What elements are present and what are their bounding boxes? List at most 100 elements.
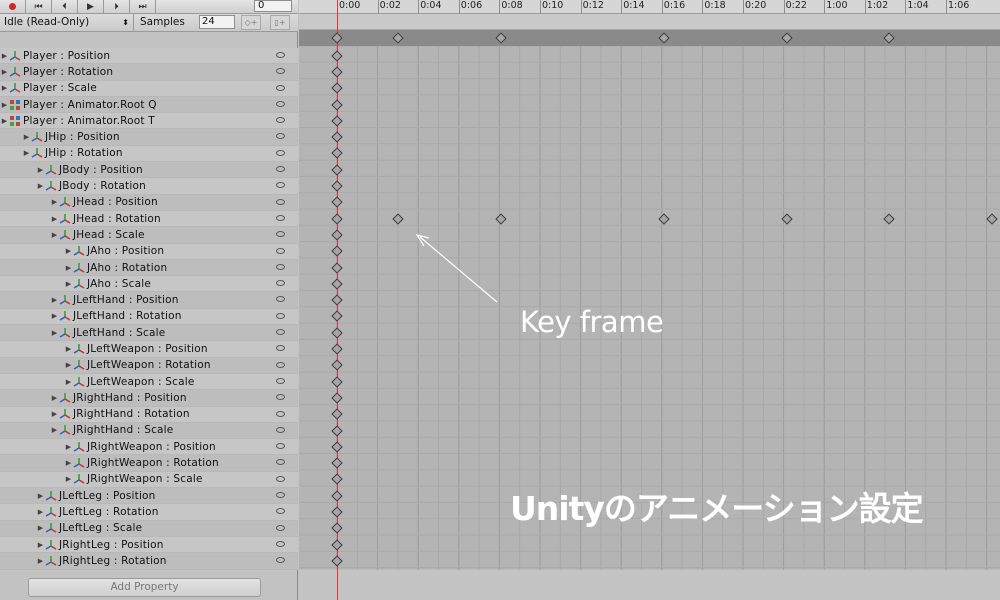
expand-arrow-icon[interactable]: ▶: [50, 312, 59, 320]
property-row[interactable]: ▶ Player : Scale: [0, 80, 298, 97]
expand-arrow-icon[interactable]: ▶: [64, 475, 73, 483]
expand-arrow-icon[interactable]: ▶: [64, 247, 73, 255]
expand-arrow-icon[interactable]: ▶: [64, 280, 73, 288]
expand-arrow-icon[interactable]: ▶: [22, 133, 31, 141]
visibility-eye-icon[interactable]: [276, 166, 285, 173]
clip-dropdown[interactable]: Idle (Read-Only) ⬍: [0, 14, 134, 31]
expand-arrow-icon[interactable]: ▶: [36, 557, 45, 565]
expand-arrow-icon[interactable]: ▶: [36, 508, 45, 516]
property-row[interactable]: ▶ JLeftHand : Position: [0, 292, 298, 309]
visibility-eye-icon[interactable]: [276, 394, 285, 401]
last-key-button[interactable]: ⏭: [130, 0, 156, 13]
property-row[interactable]: ▶ JRightLeg : Rotation: [0, 553, 298, 570]
visibility-eye-icon[interactable]: [276, 247, 285, 254]
expand-arrow-icon[interactable]: ▶: [50, 394, 59, 402]
samples-input[interactable]: 24: [199, 15, 235, 29]
visibility-eye-icon[interactable]: [276, 263, 285, 270]
property-row[interactable]: ▶ JLeftLeg : Scale: [0, 520, 298, 537]
visibility-eye-icon[interactable]: [276, 426, 285, 433]
visibility-eye-icon[interactable]: [276, 182, 285, 189]
expand-arrow-icon[interactable]: ▶: [50, 215, 59, 223]
property-row[interactable]: ▶ JHead : Scale: [0, 227, 298, 244]
visibility-eye-icon[interactable]: [276, 361, 285, 368]
add-keyframe-button[interactable]: ◇+: [241, 15, 261, 30]
visibility-eye-icon[interactable]: [276, 524, 285, 531]
property-row[interactable]: ▶ JLeftWeapon : Rotation: [0, 357, 298, 374]
expand-arrow-icon[interactable]: ▶: [64, 443, 73, 451]
property-row[interactable]: ▶ JHip : Position: [0, 129, 298, 146]
visibility-eye-icon[interactable]: [276, 296, 285, 303]
expand-arrow-icon[interactable]: ▶: [64, 459, 73, 467]
expand-arrow-icon[interactable]: ▶: [50, 426, 59, 434]
visibility-eye-icon[interactable]: [276, 377, 285, 384]
property-row[interactable]: ▶ JRightHand : Rotation: [0, 406, 298, 423]
property-row[interactable]: ▶ JLeftLeg : Rotation: [0, 504, 298, 521]
property-row[interactable]: ▶ Player : Rotation: [0, 64, 298, 81]
expand-arrow-icon[interactable]: ▶: [64, 345, 73, 353]
visibility-eye-icon[interactable]: [276, 459, 285, 466]
visibility-eye-icon[interactable]: [276, 231, 285, 238]
property-row[interactable]: ▶ JRightWeapon : Scale: [0, 471, 298, 489]
property-row[interactable]: ▶ Player : Animator.Root T: [0, 113, 298, 130]
expand-arrow-icon[interactable]: ▶: [36, 166, 45, 174]
visibility-eye-icon[interactable]: [276, 149, 285, 156]
expand-arrow-icon[interactable]: ▶: [36, 492, 45, 500]
expand-arrow-icon[interactable]: ▶: [50, 329, 59, 337]
property-row[interactable]: ▶ JLeftHand : Scale: [0, 325, 298, 342]
expand-arrow-icon[interactable]: ▶: [36, 182, 45, 190]
visibility-eye-icon[interactable]: [276, 492, 285, 499]
visibility-eye-icon[interactable]: [276, 198, 285, 205]
play-button[interactable]: ▶: [78, 0, 104, 13]
expand-arrow-icon[interactable]: ▶: [50, 198, 59, 206]
expand-arrow-icon[interactable]: ▶: [0, 117, 9, 125]
property-row[interactable]: ▶ JLeftLeg : Position: [0, 488, 298, 505]
record-button[interactable]: [0, 0, 26, 13]
expand-arrow-icon[interactable]: ▶: [50, 231, 59, 239]
visibility-eye-icon[interactable]: [276, 540, 285, 547]
expand-arrow-icon[interactable]: ▶: [0, 52, 9, 60]
property-row[interactable]: ▶ JBody : Position: [0, 162, 298, 179]
expand-arrow-icon[interactable]: ▶: [64, 378, 73, 386]
expand-arrow-icon[interactable]: ▶: [22, 149, 31, 157]
property-row[interactable]: ▶ Player : Position: [0, 48, 298, 65]
property-row[interactable]: ▶ Player : Animator.Root Q: [0, 96, 298, 114]
visibility-eye-icon[interactable]: [276, 312, 285, 319]
property-row[interactable]: ▶ JAho : Position: [0, 243, 298, 260]
expand-arrow-icon[interactable]: ▶: [64, 264, 73, 272]
visibility-eye-icon[interactable]: [276, 329, 285, 336]
expand-arrow-icon[interactable]: ▶: [50, 296, 59, 304]
next-key-button[interactable]: ⏵: [104, 0, 130, 13]
visibility-eye-icon[interactable]: [276, 84, 285, 91]
frame-input[interactable]: 0: [254, 0, 292, 12]
add-property-button[interactable]: Add Property: [28, 578, 261, 597]
property-row[interactable]: ▶ JLeftHand : Rotation: [0, 308, 298, 326]
visibility-eye-icon[interactable]: [276, 443, 285, 450]
expand-arrow-icon[interactable]: ▶: [0, 101, 9, 109]
expand-arrow-icon[interactable]: ▶: [50, 410, 59, 418]
property-row[interactable]: ▶ JHead : Position: [0, 194, 298, 211]
add-event-button[interactable]: ▯+: [270, 15, 290, 30]
visibility-eye-icon[interactable]: [276, 52, 285, 58]
property-row[interactable]: ▶ JRightWeapon : Position: [0, 439, 298, 456]
property-row[interactable]: ▶ JRightLeg : Position: [0, 536, 298, 554]
expand-arrow-icon[interactable]: ▶: [64, 361, 73, 369]
visibility-eye-icon[interactable]: [276, 508, 285, 515]
property-row[interactable]: ▶ JLeftWeapon : Position: [0, 341, 298, 358]
expand-arrow-icon[interactable]: ▶: [0, 68, 9, 76]
dopesheet-timeline[interactable]: 0:00 0:02 0:04 0:06 0:08 0:10 0:12 0:14 0:16 0:18…: [299, 0, 1000, 600]
property-row[interactable]: ▶ JHead : Rotation: [0, 210, 298, 228]
property-row[interactable]: ▶ JRightHand : Position: [0, 390, 298, 407]
property-row[interactable]: ▶ JLeftWeapon : Scale: [0, 373, 298, 391]
property-row[interactable]: ▶ JHip : Rotation: [0, 145, 298, 163]
expand-arrow-icon[interactable]: ▶: [36, 524, 45, 532]
property-row[interactable]: ▶ JAho : Scale: [0, 276, 298, 293]
visibility-eye-icon[interactable]: [276, 475, 285, 482]
visibility-eye-icon[interactable]: [276, 214, 285, 221]
visibility-eye-icon[interactable]: [276, 100, 285, 107]
expand-arrow-icon[interactable]: ▶: [36, 541, 45, 549]
visibility-eye-icon[interactable]: [276, 410, 285, 417]
first-key-button[interactable]: ⏮: [26, 0, 52, 13]
visibility-eye-icon[interactable]: [276, 117, 285, 124]
property-row[interactable]: ▶ JBody : Rotation: [0, 178, 298, 195]
visibility-eye-icon[interactable]: [276, 557, 285, 564]
